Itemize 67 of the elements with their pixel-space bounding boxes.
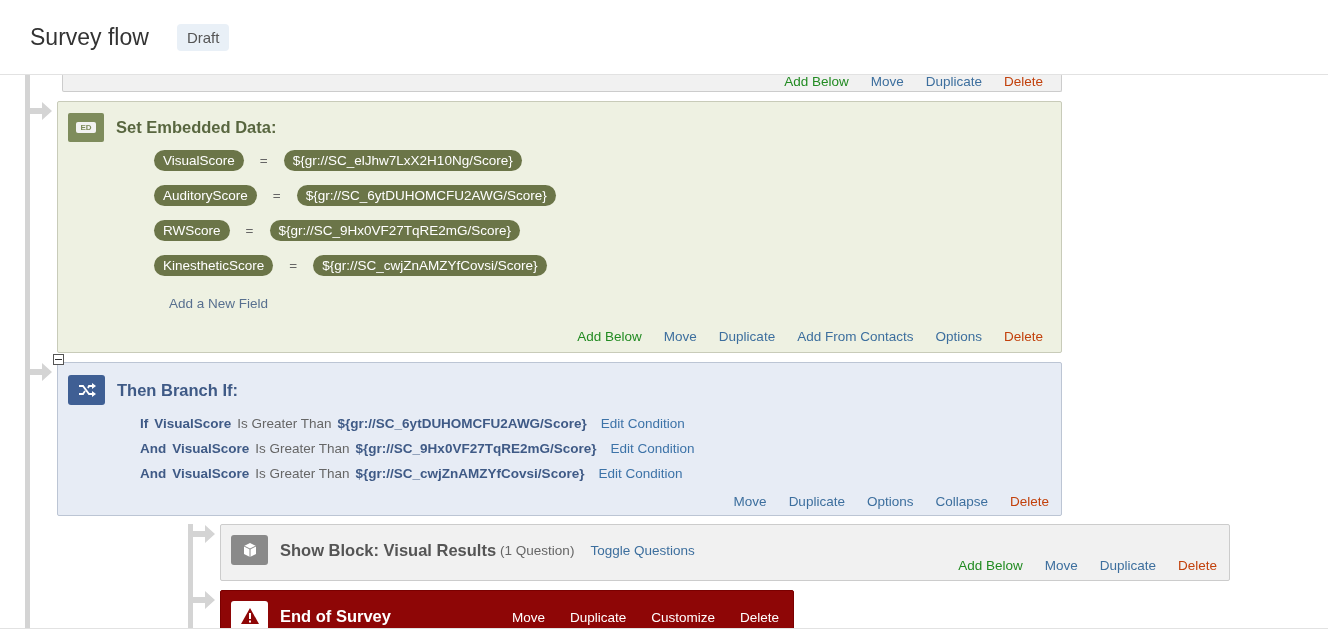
embedded-data-icon: ED <box>68 113 104 142</box>
block-title: Set Embedded Data: <box>116 118 277 137</box>
action-link[interactable]: Move <box>870 75 904 89</box>
status-badge: Draft <box>176 23 230 51</box>
operator-label: Is Greater Than <box>237 416 332 431</box>
connector-arrow <box>193 524 215 544</box>
block-title: Then Branch If: <box>117 380 238 400</box>
action-link[interactable]: Duplicate <box>1099 558 1156 573</box>
block-title: Show Block: Visual Results <box>280 540 497 560</box>
action-link[interactable]: Options <box>866 494 914 509</box>
equals-sign: = <box>258 153 269 168</box>
conjunction-label: If <box>140 416 149 431</box>
action-link[interactable]: Add Below <box>784 75 849 89</box>
collapse-icon[interactable] <box>53 354 64 365</box>
action-link[interactable]: Add Below <box>958 558 1023 573</box>
action-link[interactable]: Add From Contacts <box>797 329 914 344</box>
field-name: VisualScore <box>172 466 250 481</box>
action-link[interactable]: Delete <box>1177 558 1217 573</box>
edit-condition-link[interactable]: Edit Condition <box>610 441 695 456</box>
condition-value: ${gr://SC_6ytDUHOMCFU2AWG/Score} <box>337 416 587 431</box>
shuffle-icon <box>68 375 105 405</box>
condition-value: ${gr://SC_9Hx0VF27TqRE2mG/Score} <box>355 441 597 456</box>
field-name-tag[interactable]: KinestheticScore <box>154 255 274 276</box>
action-link[interactable]: Add Below <box>577 329 642 344</box>
connector-arrow <box>30 362 52 382</box>
action-link[interactable]: Duplicate <box>925 75 982 89</box>
operator-label: Is Greater Than <box>255 466 350 481</box>
action-link[interactable]: Move <box>1044 558 1078 573</box>
action-link[interactable]: Collapse <box>935 494 988 509</box>
field-name-tag[interactable]: RWScore <box>154 220 230 241</box>
edit-condition-link[interactable]: Edit Condition <box>598 466 683 481</box>
action-link[interactable]: Options <box>935 329 982 344</box>
field-value-tag[interactable]: ${gr://SC_cwjZnAMZYfCovsi/Score} <box>313 255 547 276</box>
block-title: End of Survey <box>280 606 391 626</box>
action-link[interactable]: Customize <box>651 610 715 625</box>
field-name-tag[interactable]: AuditoryScore <box>154 185 257 206</box>
conjunction-label: And <box>140 466 167 481</box>
operator-label: Is Greater Than <box>255 441 350 456</box>
connector-arrow <box>30 101 52 121</box>
action-link[interactable]: Delete <box>1003 329 1043 344</box>
field-value-tag[interactable]: ${gr://SC_9Hx0VF27TqRE2mG/Score} <box>269 220 521 241</box>
field-name-tag[interactable]: VisualScore <box>154 150 244 171</box>
cube-icon <box>231 535 268 565</box>
action-link[interactable]: Move <box>511 610 545 625</box>
question-count: (1 Question) <box>500 542 575 558</box>
action-link[interactable]: Delete <box>739 610 779 625</box>
page-title: Survey flow <box>30 23 149 51</box>
equals-sign: = <box>244 223 255 238</box>
conjunction-label: And <box>140 441 167 456</box>
equals-sign: = <box>271 188 282 203</box>
action-link[interactable]: Delete <box>1009 494 1049 509</box>
action-link[interactable]: Delete <box>1003 75 1043 89</box>
field-name: VisualScore <box>172 441 250 456</box>
field-value-tag[interactable]: ${gr://SC_elJhw7LxX2H10Ng/Score} <box>283 150 522 171</box>
field-name: VisualScore <box>154 416 232 431</box>
field-value-tag[interactable]: ${gr://SC_6ytDUHOMCFU2AWG/Score} <box>296 185 556 206</box>
condition-value: ${gr://SC_cwjZnAMZYfCovsi/Score} <box>355 466 585 481</box>
action-link[interactable]: Duplicate <box>788 494 845 509</box>
add-field-link[interactable]: Add a New Field <box>169 296 269 311</box>
toggle-questions-link[interactable]: Toggle Questions <box>590 542 695 558</box>
connector-arrow <box>193 590 215 610</box>
action-link[interactable]: Duplicate <box>569 610 627 625</box>
equals-sign: = <box>288 258 299 273</box>
action-link[interactable]: Move <box>663 329 697 344</box>
action-link[interactable]: Move <box>733 494 767 509</box>
edit-condition-link[interactable]: Edit Condition <box>600 416 685 431</box>
action-link[interactable]: Duplicate <box>718 329 776 344</box>
